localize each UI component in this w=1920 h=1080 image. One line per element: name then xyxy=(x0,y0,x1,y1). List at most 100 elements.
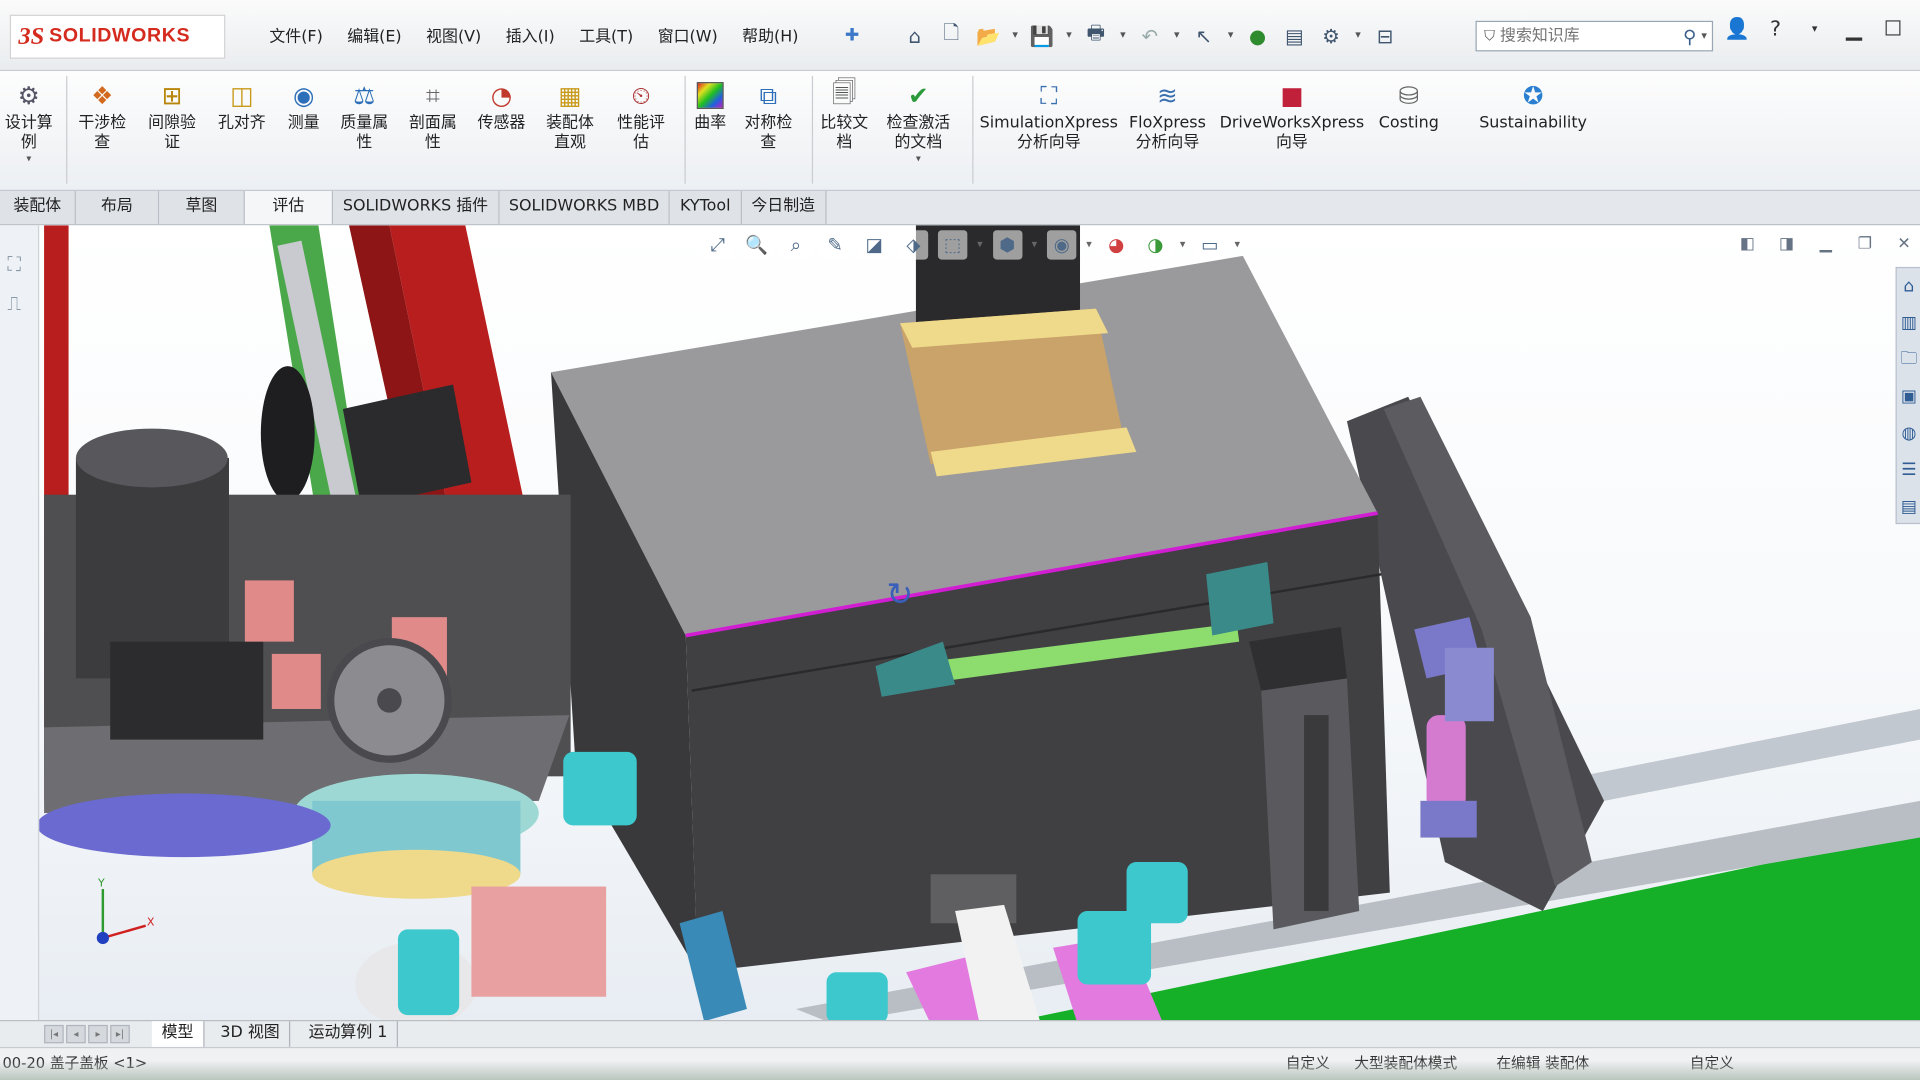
settings-dropdown-icon[interactable]: ▾ xyxy=(1234,239,1240,251)
performance-evaluation-button[interactable]: ⏲ 性能评 估 xyxy=(617,78,665,153)
appearances-icon[interactable]: ◍ xyxy=(1897,415,1920,452)
simulationxpress-button[interactable]: ⛶ SimulationXpress 分析向导 xyxy=(980,78,1118,153)
compare-documents-button[interactable]: 🗐 比较文 档 xyxy=(820,77,868,153)
zoom-to-area-icon[interactable]: 🔍 xyxy=(742,230,772,260)
pin-menu-icon[interactable]: ✚ xyxy=(845,26,859,46)
view-orientation-icon[interactable]: ⬚ xyxy=(937,230,968,260)
help-dropdown-icon[interactable]: ▾ xyxy=(1802,23,1826,35)
options-gear-icon[interactable]: ⚙ xyxy=(1316,20,1345,52)
last-tab-icon[interactable]: ▸| xyxy=(110,1024,130,1044)
undo-dropdown-icon[interactable]: ▾ xyxy=(1172,29,1182,41)
view-settings-icon[interactable]: ▭ xyxy=(1195,230,1225,260)
prev-tab-icon[interactable]: ◂ xyxy=(66,1024,86,1044)
tab-layout[interactable]: 布局 xyxy=(75,191,160,225)
display-dropdown-icon[interactable]: ▾ xyxy=(1032,239,1038,251)
doc-close-icon[interactable]: ✕ xyxy=(1893,235,1915,253)
open-file-icon[interactable]: 📂 xyxy=(973,20,1002,52)
menu-file[interactable]: 文件(F) xyxy=(257,24,335,51)
design-study-dropdown-icon[interactable]: ▾ xyxy=(26,153,31,164)
maximize-icon[interactable]: ☐ xyxy=(1881,17,1905,41)
tab-sketch[interactable]: 草图 xyxy=(159,191,245,225)
hide-dropdown-icon[interactable]: ▾ xyxy=(1086,239,1092,251)
user-icon[interactable]: 👤 xyxy=(1724,17,1750,41)
help-icon[interactable]: ? xyxy=(1763,17,1787,41)
collapse-left-icon[interactable]: ◧ xyxy=(1736,235,1758,253)
select-icon[interactable]: ↖ xyxy=(1189,20,1218,52)
sustainability-button[interactable]: ✪ Sustainability xyxy=(1479,78,1587,133)
previous-view-icon[interactable]: ⌕ xyxy=(781,230,811,260)
hide-show-icon[interactable]: ◉ xyxy=(1047,230,1077,260)
dynamic-annotation-icon[interactable]: ◪ xyxy=(859,230,889,260)
menu-view[interactable]: 视图(V) xyxy=(414,24,494,51)
doc-restore-icon[interactable]: ❐ xyxy=(1854,235,1876,253)
view-palette-icon[interactable]: ▣ xyxy=(1897,378,1920,415)
options-dropdown-icon[interactable]: ▾ xyxy=(1353,29,1363,41)
tab-solidworks-addins[interactable]: SOLIDWORKS 插件 xyxy=(333,191,500,225)
next-tab-icon[interactable]: ▸ xyxy=(88,1024,108,1044)
tab-model[interactable]: 模型 xyxy=(151,1021,205,1047)
display-style-icon[interactable]: ⬢ xyxy=(992,230,1022,260)
section-view-icon[interactable]: ✎ xyxy=(820,230,850,260)
clearance-verification-button[interactable]: ⊞ 间隙验 证 xyxy=(148,78,196,153)
menu-insert[interactable]: 插入(I) xyxy=(494,24,567,51)
home-icon[interactable]: ⌂ xyxy=(900,20,929,52)
search-input[interactable] xyxy=(1500,26,1647,46)
tab-motion-study-1[interactable]: 运动算例 1 xyxy=(299,1021,399,1047)
floxpress-button[interactable]: ≋ FloXpress 分析向导 xyxy=(1129,78,1206,153)
section-properties-button[interactable]: ⌗ 剖面属 性 xyxy=(409,78,457,153)
graphics-area[interactable]: ↻ ⛶ ⎍ ⤢ 🔍 ⌕ ✎ ◪ ⬗ ⬚ ▾ ⬢ ▾ ◉ ▾ ◕ ◑ ▾ ▭ ▾ ◧ ◨ ▁… xyxy=(0,225,1920,1024)
new-file-icon[interactable]: 🗋 xyxy=(937,20,966,52)
tab-evaluate[interactable]: 评估 xyxy=(244,191,334,225)
mass-properties-button[interactable]: ⚖ 质量属 性 xyxy=(340,78,388,153)
apply-scene-icon[interactable]: ◑ xyxy=(1140,230,1171,260)
toolbar-customize-icon[interactable]: ⊟ xyxy=(1370,20,1399,52)
tab-today-manufacturing[interactable]: 今日制造 xyxy=(741,191,827,225)
zoom-to-fit-icon[interactable]: ⤢ xyxy=(702,230,733,260)
select-dropdown-icon[interactable]: ▾ xyxy=(1226,29,1236,41)
open-dropdown-icon[interactable]: ▾ xyxy=(1010,29,1020,41)
check-active-document-button[interactable]: ✔ 检查激活 的文档 ▾ xyxy=(887,78,951,164)
search-dropdown-icon[interactable]: ▾ xyxy=(1701,30,1707,42)
section-plane-icon[interactable]: ⬗ xyxy=(898,230,929,260)
collapse-right-icon[interactable]: ◨ xyxy=(1776,235,1798,253)
tab-solidworks-mbd[interactable]: SOLIDWORKS MBD xyxy=(499,191,671,225)
curvature-button[interactable]: 曲率 xyxy=(693,78,727,133)
feature-tree-icon[interactable]: ⛶ xyxy=(7,252,21,276)
design-study-button[interactable]: ⚙ 设计算 例 ▾ xyxy=(5,78,53,164)
tab-3d-view[interactable]: 3D 视图 xyxy=(211,1021,291,1047)
sensor-button[interactable]: ◔ 传感器 xyxy=(478,78,526,133)
save-dropdown-icon[interactable]: ▾ xyxy=(1064,29,1074,41)
traffic-light-icon[interactable]: ● xyxy=(1243,20,1272,52)
check-dropdown-icon[interactable]: ▾ xyxy=(916,153,921,164)
assembly-visualization-button[interactable]: ▦ 装配体 直观 xyxy=(546,78,594,153)
doc-minimize-icon[interactable]: ▁ xyxy=(1815,235,1837,253)
forum-icon[interactable]: ▤ xyxy=(1897,489,1920,526)
orientation-dropdown-icon[interactable]: ▾ xyxy=(977,239,983,251)
assembly-model[interactable]: ↻ xyxy=(0,225,1920,1024)
design-library-icon[interactable]: ▥ xyxy=(1897,305,1920,342)
symmetry-check-button[interactable]: ⧉ 对称检 查 xyxy=(744,78,792,153)
driveworksxpress-button[interactable]: ■ DriveWorksXpress 向导 xyxy=(1220,78,1365,153)
undo-icon[interactable]: ↶ xyxy=(1135,20,1164,52)
file-properties-icon[interactable]: ▤ xyxy=(1280,20,1309,52)
print-icon[interactable]: 🖶 xyxy=(1081,20,1110,52)
menu-edit[interactable]: 编辑(E) xyxy=(335,24,414,51)
solidworks-resources-icon[interactable]: ⌂ xyxy=(1897,268,1920,305)
search-icon[interactable]: ⚲ xyxy=(1683,25,1696,47)
save-icon[interactable]: 💾 xyxy=(1027,20,1056,52)
interference-check-button[interactable]: ❖ 干涉检 查 xyxy=(78,78,126,153)
tab-assembly[interactable]: 装配体 xyxy=(0,191,76,225)
menu-tools[interactable]: 工具(T) xyxy=(567,24,645,51)
print-dropdown-icon[interactable]: ▾ xyxy=(1118,29,1128,41)
costing-button[interactable]: ⛁ Costing xyxy=(1379,78,1439,133)
property-manager-icon[interactable]: ⎍ xyxy=(7,291,21,315)
tab-kytool[interactable]: KYTool xyxy=(670,191,742,225)
solidworks-logo[interactable]: 3S SOLIDWORKS xyxy=(9,14,226,59)
first-tab-icon[interactable]: |◂ xyxy=(44,1024,64,1044)
file-explorer-icon[interactable]: 🗀 xyxy=(1897,342,1920,379)
scene-dropdown-icon[interactable]: ▾ xyxy=(1180,239,1186,251)
menu-help[interactable]: 帮助(H) xyxy=(730,24,811,51)
menu-window[interactable]: 窗口(W) xyxy=(645,24,729,51)
hole-alignment-button[interactable]: ◫ 孔对齐 xyxy=(218,78,266,133)
minimize-icon[interactable]: ▁ xyxy=(1842,17,1866,41)
